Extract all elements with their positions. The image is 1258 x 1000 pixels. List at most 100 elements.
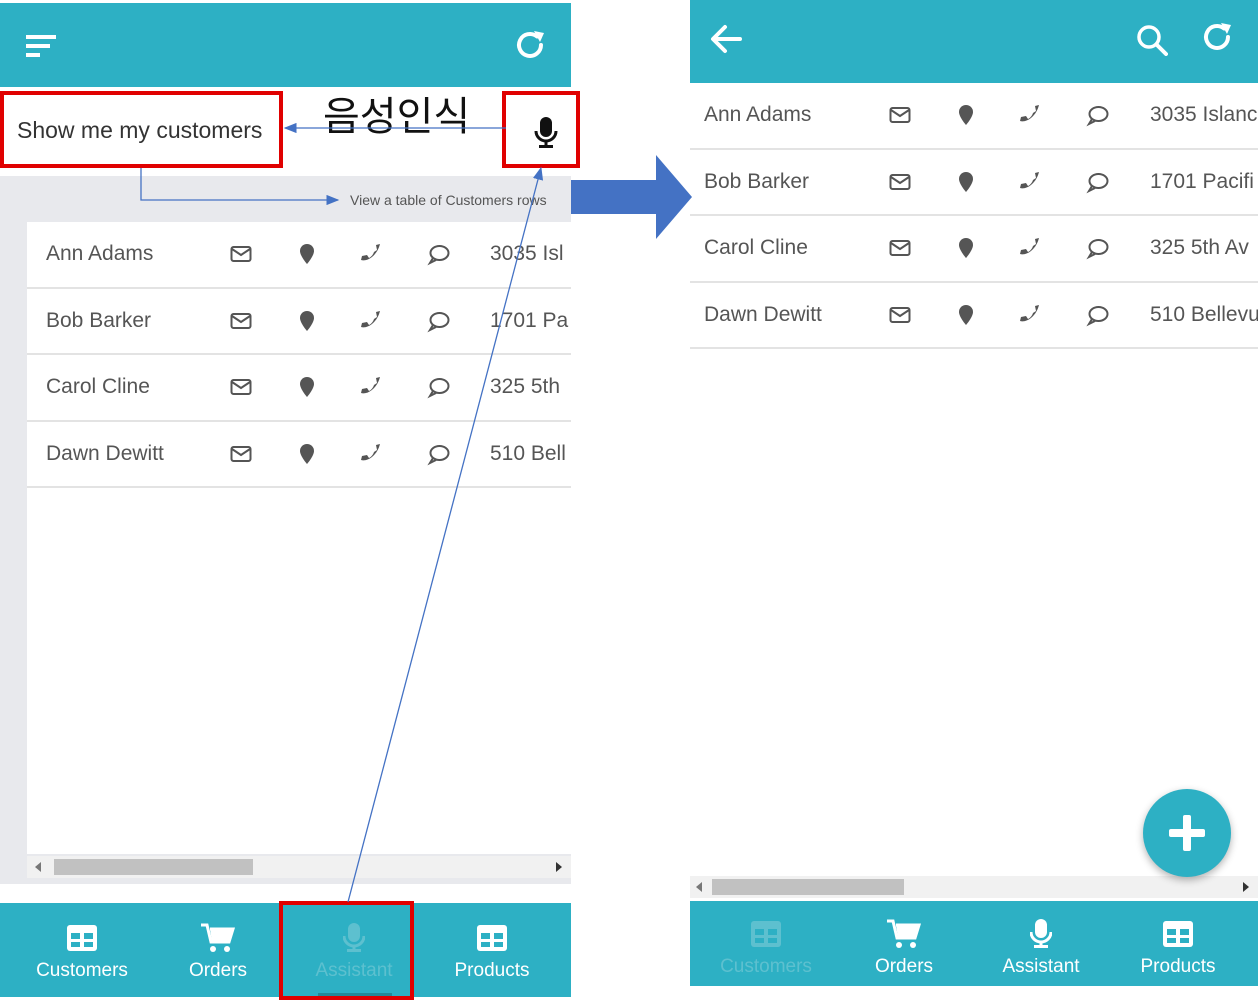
nav-orders[interactable]: Orders [836, 901, 972, 986]
nav-customers[interactable]: Customers [698, 901, 834, 986]
phone-icon[interactable] [361, 375, 385, 399]
customer-row[interactable]: Dawn Dewitt 510 Bellevu [690, 282, 1258, 349]
phone-icon[interactable] [361, 442, 385, 466]
scroll-right-icon[interactable] [556, 862, 562, 872]
message-icon[interactable] [1086, 170, 1110, 194]
customer-address: 325 5th [490, 375, 561, 398]
nav-products[interactable]: Products [424, 903, 560, 997]
add-fab-button[interactable] [1143, 789, 1231, 877]
right-app-header [690, 0, 1258, 83]
table-icon [751, 921, 781, 947]
message-icon[interactable] [1086, 236, 1110, 260]
assistant-highlight [279, 901, 414, 1000]
message-icon[interactable] [427, 442, 451, 466]
email-icon[interactable] [888, 170, 912, 194]
customer-name: Dawn Dewitt [704, 302, 822, 326]
customer-address: 510 Bell [490, 441, 566, 465]
phone-icon[interactable] [361, 309, 385, 333]
customer-row[interactable]: Carol Cline 325 5th [27, 355, 571, 422]
customer-row[interactable]: Bob Barker 1701 Pacifi [690, 149, 1258, 216]
refresh-icon[interactable] [512, 27, 548, 63]
email-icon[interactable] [888, 303, 912, 327]
voice-recognition-label: 음성인식 [323, 94, 471, 140]
customer-row[interactable]: Ann Adams 3035 Islanc [690, 83, 1258, 150]
customer-address: 1701 Pacifi [1150, 169, 1254, 193]
nav-assistant[interactable]: Assistant [973, 901, 1109, 986]
cart-icon [201, 923, 235, 953]
phone-icon[interactable] [1020, 303, 1044, 327]
microphone-icon[interactable] [534, 117, 558, 149]
customer-name: Dawn Dewitt [46, 441, 164, 465]
email-icon[interactable] [229, 442, 253, 466]
customer-name: Carol Cline [704, 236, 808, 259]
refresh-icon[interactable] [1199, 19, 1235, 55]
left-app-header [0, 3, 571, 87]
location-pin-icon[interactable] [954, 236, 978, 260]
scroll-left-icon[interactable] [35, 862, 41, 872]
nav-orders[interactable]: Orders [150, 903, 286, 997]
message-icon[interactable] [427, 375, 451, 399]
message-icon[interactable] [427, 309, 451, 333]
menu-icon[interactable] [26, 33, 58, 59]
nav-label: Orders [188, 960, 248, 981]
phone-icon[interactable] [1020, 170, 1044, 194]
microphone-icon [1030, 919, 1052, 949]
nav-label: Customers [36, 960, 128, 981]
horizontal-scrollbar[interactable] [690, 876, 1258, 898]
customer-name: Bob Barker [46, 308, 152, 332]
customer-address: 1701 Pa [490, 308, 569, 332]
nav-label: Customers [720, 956, 812, 977]
search-icon[interactable] [1136, 24, 1168, 56]
scroll-left-icon[interactable] [696, 882, 702, 892]
customer-name: Bob Barker [704, 169, 810, 193]
customer-name: Carol Cline [46, 375, 150, 398]
location-pin-icon[interactable] [295, 309, 319, 333]
nav-label: Products [1140, 956, 1216, 977]
table-icon [1163, 921, 1193, 947]
arrow-left-icon[interactable] [710, 24, 742, 54]
customer-row[interactable]: Dawn Dewitt 510 Bell [27, 421, 571, 488]
nav-label: Orders [874, 956, 934, 977]
location-pin-icon[interactable] [295, 442, 319, 466]
email-icon[interactable] [229, 242, 253, 266]
message-icon[interactable] [1086, 103, 1110, 127]
customer-row[interactable]: Bob Barker 1701 Pa [27, 288, 571, 355]
email-icon[interactable] [888, 103, 912, 127]
email-icon[interactable] [229, 375, 253, 399]
nav-customers[interactable]: Customers [14, 903, 150, 997]
customer-name: Ann Adams [704, 103, 812, 126]
scrollbar-thumb[interactable] [54, 859, 253, 875]
email-icon[interactable] [229, 309, 253, 333]
cart-icon [887, 919, 921, 949]
message-icon[interactable] [1086, 303, 1110, 327]
plus-icon [1169, 815, 1205, 851]
customer-address: 325 5th Av [1150, 236, 1249, 259]
customer-address: 510 Bellevu [1150, 302, 1258, 326]
location-pin-icon[interactable] [954, 103, 978, 127]
customer-row[interactable]: Ann Adams 3035 Isl [27, 222, 571, 289]
table-icon [67, 925, 97, 951]
location-pin-icon[interactable] [295, 375, 319, 399]
hint-text: View a table of Customers rows [350, 192, 547, 208]
customer-address: 3035 Isl [490, 242, 564, 265]
phone-icon[interactable] [1020, 236, 1044, 260]
nav-label: Products [454, 960, 530, 981]
email-icon[interactable] [888, 236, 912, 260]
location-pin-icon[interactable] [954, 303, 978, 327]
customer-address: 3035 Islanc [1150, 103, 1258, 126]
scrollbar-thumb[interactable] [712, 879, 904, 895]
voice-query-text: Show me my customers [17, 117, 263, 143]
scroll-right-icon[interactable] [1243, 882, 1249, 892]
customer-row[interactable]: Carol Cline 325 5th Av [690, 216, 1258, 283]
phone-icon[interactable] [1020, 103, 1044, 127]
phone-icon[interactable] [361, 242, 385, 266]
location-pin-icon[interactable] [954, 170, 978, 194]
customer-name: Ann Adams [46, 242, 154, 265]
location-pin-icon[interactable] [295, 242, 319, 266]
table-icon [477, 925, 507, 951]
right-bottom-nav: Customers Orders Assistant Products [690, 901, 1258, 986]
horizontal-scrollbar[interactable] [27, 856, 571, 878]
nav-products[interactable]: Products [1110, 901, 1246, 986]
message-icon[interactable] [427, 242, 451, 266]
nav-label: Assistant [1002, 956, 1080, 977]
